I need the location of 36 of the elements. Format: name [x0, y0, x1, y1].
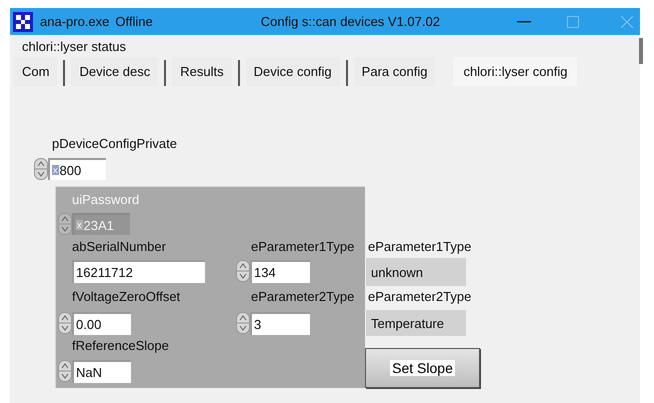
tab[interactable]: Device config [246, 57, 340, 86]
control-label: eParameter1Type [368, 239, 472, 255]
status-label: chlori::lyser status [22, 38, 126, 54]
control-label: fVoltageZeroOffset [72, 289, 180, 305]
output-field: Temperature [366, 310, 466, 336]
app-name: ana-pro.exe [40, 14, 110, 29]
input-field[interactable]: 0.00 [72, 312, 131, 335]
control-label: eParameter2Type [368, 289, 472, 305]
set-slope-button[interactable]: Set Slope [365, 348, 480, 388]
spinner-icon[interactable] [58, 360, 72, 382]
input-field[interactable]: NaN [72, 360, 131, 383]
control-label: eParameter1Type [251, 239, 354, 255]
tab[interactable]: chlori::lyser config [453, 57, 578, 86]
spinner-icon[interactable] [236, 312, 250, 334]
input-field[interactable]: x 800 [48, 158, 106, 180]
control-label: abSerialNumber [72, 239, 166, 255]
tab[interactable]: Com [14, 57, 58, 86]
control-label: pDeviceConfigPrivate [52, 136, 178, 152]
input-field[interactable]: 16211712 [72, 260, 205, 283]
tab[interactable]: Device desc [71, 57, 158, 86]
connection-status: Offline [115, 14, 153, 29]
tab[interactable]: Results [172, 57, 232, 86]
output-field: unknown [366, 258, 466, 286]
tab[interactable]: Para config [354, 57, 436, 86]
control-label: uiPassword [72, 192, 140, 208]
minimize-icon[interactable] [517, 21, 531, 23]
input-field[interactable]: 134 [250, 260, 310, 283]
control-label: fReferenceSlope [72, 338, 169, 354]
spinner-icon[interactable] [236, 260, 250, 282]
spinner-icon[interactable] [34, 158, 48, 180]
input-field[interactable]: 3 [250, 312, 310, 335]
window-title: Config s::can devices V1.07.02 [260, 14, 440, 29]
spinner-icon[interactable] [58, 312, 72, 334]
scrollbar[interactable] [639, 38, 643, 64]
app-icon [13, 12, 33, 32]
control-label: eParameter2Type [251, 289, 354, 305]
